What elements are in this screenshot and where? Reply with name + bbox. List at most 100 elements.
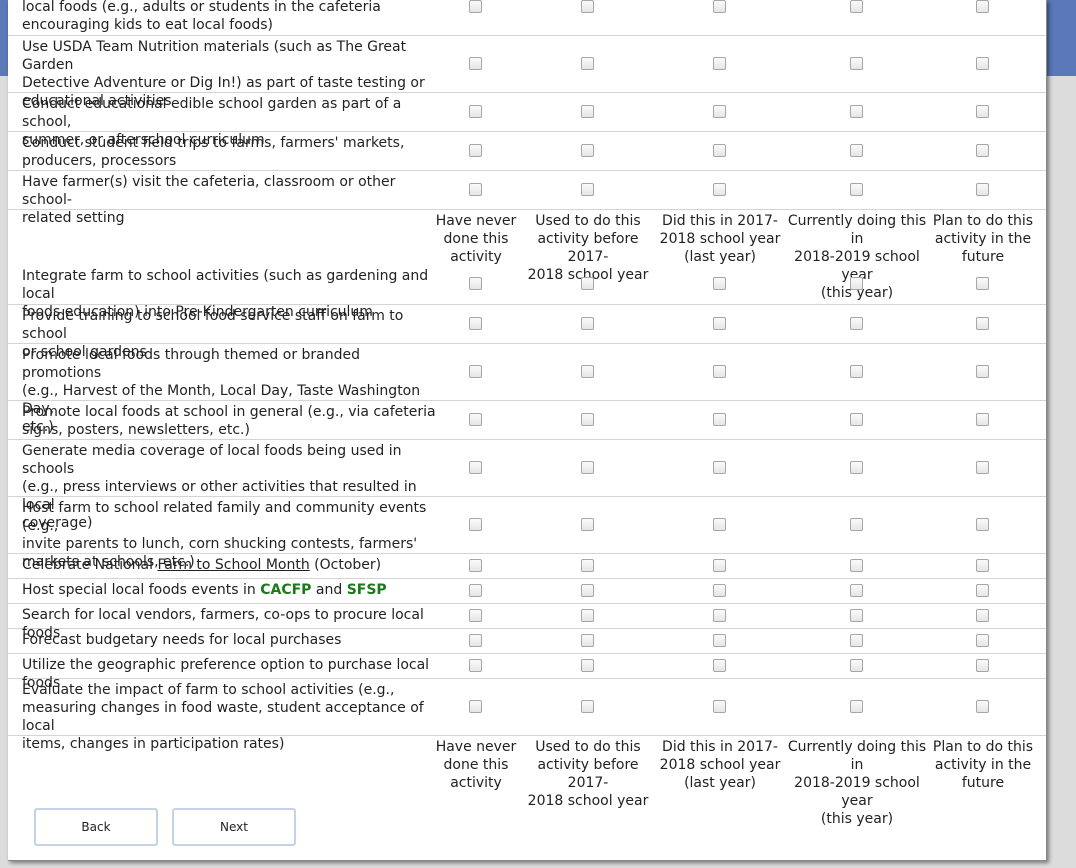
checkbox-before[interactable] [581, 609, 594, 622]
checkbox-this-year[interactable] [850, 183, 863, 196]
checkbox-never[interactable] [469, 559, 482, 572]
checkbox-before[interactable] [581, 700, 594, 713]
checkbox-last-year[interactable] [713, 144, 726, 157]
checkbox-last-year[interactable] [713, 518, 726, 531]
checkbox-before[interactable] [581, 105, 594, 118]
checkbox-last-year[interactable] [713, 634, 726, 647]
checkbox-last-year[interactable] [713, 183, 726, 196]
checkbox-this-year[interactable] [850, 609, 863, 622]
checkbox-never[interactable] [469, 518, 482, 531]
checkbox-this-year[interactable] [850, 518, 863, 531]
checkbox-never[interactable] [469, 57, 482, 70]
checkbox-never[interactable] [469, 317, 482, 330]
checkbox-never[interactable] [469, 144, 482, 157]
checkbox-before[interactable] [581, 365, 594, 378]
checkbox-this-year[interactable] [850, 144, 863, 157]
checkbox-future[interactable] [976, 0, 989, 13]
checkbox-before[interactable] [581, 518, 594, 531]
checkbox-future[interactable] [976, 559, 989, 572]
checkbox-this-year[interactable] [850, 659, 863, 672]
cacfp-link[interactable]: CACFP [260, 582, 311, 598]
checkbox-last-year[interactable] [713, 317, 726, 330]
checkbox-last-year[interactable] [713, 461, 726, 474]
row-label: Forecast budgetary needs for local purch… [22, 632, 342, 648]
back-button[interactable]: Back [34, 808, 158, 846]
checkbox-last-year[interactable] [713, 700, 726, 713]
checkbox-before[interactable] [581, 144, 594, 157]
checkbox-future[interactable] [976, 584, 989, 597]
checkbox-future[interactable] [976, 144, 989, 157]
checkbox-before[interactable] [581, 0, 594, 13]
checkbox-future[interactable] [976, 634, 989, 647]
checkbox-future[interactable] [976, 317, 989, 330]
checkbox-this-year[interactable] [850, 105, 863, 118]
checkbox-future[interactable] [976, 413, 989, 426]
checkbox-before[interactable] [581, 317, 594, 330]
checkbox-future[interactable] [976, 277, 989, 290]
checkbox-never[interactable] [469, 700, 482, 713]
checkbox-never[interactable] [469, 659, 482, 672]
checkbox-this-year[interactable] [850, 559, 863, 572]
checkbox-before[interactable] [581, 277, 594, 290]
checkbox-this-year[interactable] [850, 700, 863, 713]
checkbox-future[interactable] [976, 183, 989, 196]
table-row: Integrate farm to school activities (suc… [8, 267, 1046, 320]
checkbox-this-year[interactable] [850, 0, 863, 13]
checkbox-future[interactable] [976, 518, 989, 531]
checkbox-this-year[interactable] [850, 277, 863, 290]
checkbox-before[interactable] [581, 659, 594, 672]
farm-to-school-month-link[interactable]: Farm to School Month [157, 557, 309, 573]
checkbox-future[interactable] [976, 609, 989, 622]
checkbox-never[interactable] [469, 183, 482, 196]
checkbox-last-year[interactable] [713, 105, 726, 118]
checkbox-last-year[interactable] [713, 413, 726, 426]
checkbox-never[interactable] [469, 277, 482, 290]
column-header-this-year: Currently doing this in 2018-2019 school… [787, 739, 927, 827]
table-row: Search for local vendors, farmers, co-op… [8, 604, 1046, 641]
checkbox-before[interactable] [581, 634, 594, 647]
checkbox-before[interactable] [581, 461, 594, 474]
checkbox-never[interactable] [469, 365, 482, 378]
checkbox-never[interactable] [469, 609, 482, 622]
checkbox-this-year[interactable] [850, 317, 863, 330]
row-label: local foods (e.g., adults or students in… [22, 0, 381, 33]
checkbox-never[interactable] [469, 105, 482, 118]
checkbox-this-year[interactable] [850, 57, 863, 70]
checkbox-before[interactable] [581, 57, 594, 70]
checkbox-never[interactable] [469, 584, 482, 597]
checkbox-never[interactable] [469, 461, 482, 474]
checkbox-last-year[interactable] [713, 584, 726, 597]
checkbox-before[interactable] [581, 559, 594, 572]
next-button[interactable]: Next [172, 808, 296, 846]
checkbox-future[interactable] [976, 700, 989, 713]
checkbox-this-year[interactable] [850, 634, 863, 647]
checkbox-before[interactable] [581, 413, 594, 426]
checkbox-last-year[interactable] [713, 365, 726, 378]
checkbox-last-year[interactable] [713, 277, 726, 290]
row-label: Celebrate National Farm to School Month … [22, 557, 382, 573]
checkbox-last-year[interactable] [713, 659, 726, 672]
right-accent-bar [1046, 0, 1076, 76]
checkbox-before[interactable] [581, 183, 594, 196]
checkbox-this-year[interactable] [850, 365, 863, 378]
checkbox-never[interactable] [469, 634, 482, 647]
checkbox-last-year[interactable] [713, 609, 726, 622]
checkbox-before[interactable] [581, 584, 594, 597]
checkbox-last-year[interactable] [713, 0, 726, 13]
table-row: Utilize the geographic preference option… [8, 654, 1046, 691]
checkbox-this-year[interactable] [850, 413, 863, 426]
table-row: Promote local foods at school in general… [8, 401, 1046, 440]
checkbox-future[interactable] [976, 57, 989, 70]
checkbox-last-year[interactable] [713, 559, 726, 572]
checkbox-future[interactable] [976, 461, 989, 474]
checkbox-last-year[interactable] [713, 57, 726, 70]
checkbox-this-year[interactable] [850, 584, 863, 597]
checkbox-future[interactable] [976, 105, 989, 118]
checkbox-never[interactable] [469, 413, 482, 426]
column-header-row: Have never done this activity Used to do… [8, 736, 1046, 827]
checkbox-future[interactable] [976, 659, 989, 672]
checkbox-this-year[interactable] [850, 461, 863, 474]
sfsp-link[interactable]: SFSP [347, 582, 387, 598]
checkbox-future[interactable] [976, 365, 989, 378]
checkbox-never[interactable] [469, 0, 482, 13]
